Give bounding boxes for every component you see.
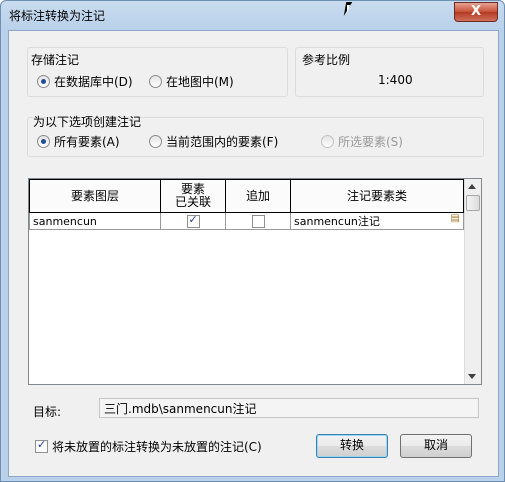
radio-selected-features: 所选要素(S) xyxy=(321,133,403,150)
layer-table: 要素图层 要素 已关联 追加 注记要素类 sanmencun ✓ sanmenc… xyxy=(28,178,482,385)
radio-indicator xyxy=(149,75,162,88)
column-header-linked-line1: 要素 xyxy=(180,182,205,196)
browse-class-icon[interactable]: ▤ xyxy=(451,213,460,224)
scale-heading: 参考比例 xyxy=(302,53,351,67)
convert-unplaced-checkbox[interactable] xyxy=(35,438,48,453)
scroll-thumb[interactable] xyxy=(466,195,480,211)
table-scrollbar[interactable] xyxy=(464,179,481,384)
close-button[interactable]: X xyxy=(454,2,498,22)
radio-indicator xyxy=(37,135,50,148)
window-title: 将标注转换为注记 xyxy=(9,9,106,23)
radio-label: 所有要素(A) xyxy=(54,135,120,149)
radio-label: 当前范围内的要素(F) xyxy=(166,135,279,149)
radio-indicator xyxy=(321,135,334,148)
cancel-button[interactable]: 取消 xyxy=(400,434,472,458)
radio-all-features[interactable]: 所有要素(A) xyxy=(37,133,120,150)
convert-button[interactable]: 转换 xyxy=(316,434,388,458)
dialog-window: 将标注转换为注记 X 存储注记 在数据库中(D) 在地图中(M) 参考比例 1:… xyxy=(0,0,505,482)
dialog-body: 存储注记 在数据库中(D) 在地图中(M) 参考比例 1:400 为以下选项创建… xyxy=(8,30,499,477)
radio-features-in-extent[interactable]: 当前范围内的要素(F) xyxy=(149,133,278,150)
layer-name-cell: sanmencun xyxy=(29,212,161,230)
column-header-append[interactable]: 追加 xyxy=(225,179,291,213)
annotation-class-name: sanmencun注记 xyxy=(294,215,380,228)
reference-scale-value: 1:400 xyxy=(378,73,413,87)
linked-cell xyxy=(160,212,226,230)
layer-grid: 要素图层 要素 已关联 追加 注记要素类 sanmencun ✓ sanmenc… xyxy=(29,179,464,230)
convert-unplaced-label: 将未放置的标注转换为未放置的注记(C) xyxy=(52,440,262,454)
radio-label: 在数据库中(D) xyxy=(54,75,133,89)
radio-label: 在地图中(M) xyxy=(166,75,234,89)
radio-label: 所选要素(S) xyxy=(338,135,403,149)
target-path-field: 三门.mdb\sanmencun注记 xyxy=(99,398,479,418)
column-header-linked[interactable]: 要素 已关联 xyxy=(160,179,226,213)
target-label: 目标: xyxy=(33,405,62,419)
linked-checkbox[interactable] xyxy=(186,213,200,228)
table-row[interactable]: sanmencun sanmencun注记 ▤ xyxy=(29,212,464,230)
scroll-up-arrow-icon[interactable] xyxy=(468,184,476,189)
scroll-down-arrow-icon[interactable] xyxy=(468,374,476,379)
convert-unplaced-option[interactable]: 将未放置的标注转换为未放置的注记(C) xyxy=(35,438,262,455)
column-header-layer[interactable]: 要素图层 xyxy=(29,179,161,213)
radio-indicator xyxy=(149,135,162,148)
column-header-annotation-class[interactable]: 注记要素类 xyxy=(290,179,464,213)
radio-in-map[interactable]: 在地图中(M) xyxy=(149,73,234,90)
mouse-cursor-fill xyxy=(347,5,353,13)
title-bar[interactable]: 将标注转换为注记 X xyxy=(1,1,504,29)
radio-in-database[interactable]: 在数据库中(D) xyxy=(37,73,133,90)
append-cell xyxy=(225,212,291,230)
radio-indicator xyxy=(37,75,50,88)
storage-heading: 存储注记 xyxy=(31,53,80,67)
create-for-heading: 为以下选项创建注记 xyxy=(33,115,142,129)
annotation-class-cell[interactable]: sanmencun注记 ▤ xyxy=(290,212,464,230)
append-checkbox[interactable] xyxy=(251,214,265,228)
column-header-linked-line2: 已关联 xyxy=(174,195,211,209)
